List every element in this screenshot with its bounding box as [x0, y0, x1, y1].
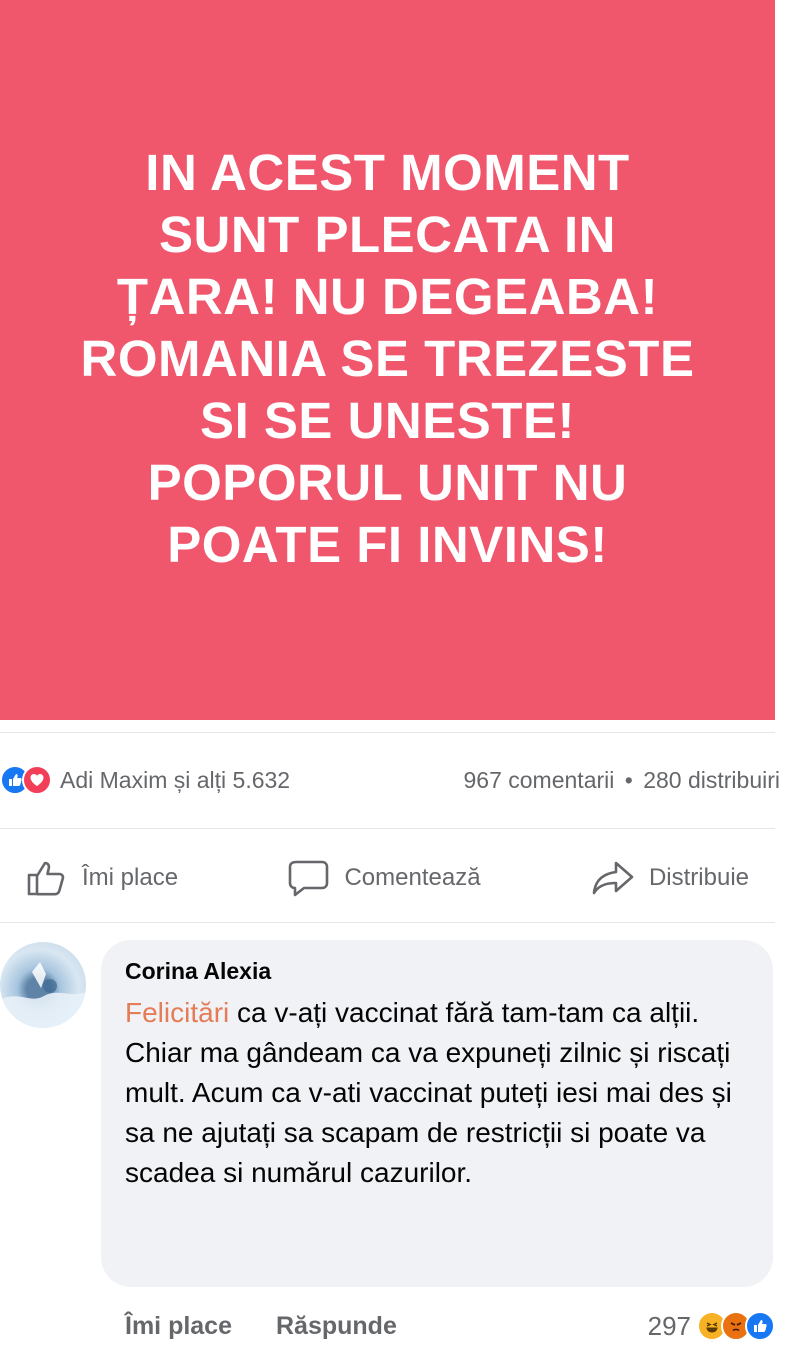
comment-actions: Îmi place Răspunde 297 — [125, 1306, 775, 1346]
avatar[interactable] — [0, 942, 86, 1028]
comment-bubble: Corina Alexia Felicitări ca v-ați vaccin… — [101, 940, 773, 1287]
comment-like-button[interactable]: Îmi place — [125, 1312, 232, 1341]
separator-dot: • — [624, 766, 633, 793]
post-image[interactable]: IN ACEST MOMENT SUNT PLECATA IN ȚARA! NU… — [0, 0, 775, 720]
divider — [0, 732, 775, 733]
divider — [0, 828, 775, 829]
comment-reply-button[interactable]: Răspunde — [276, 1312, 397, 1341]
speech-bubble-icon — [288, 858, 330, 898]
comment-reaction-count[interactable]: 297 — [648, 1311, 691, 1342]
share-button-label: Distribuie — [648, 864, 749, 891]
share-arrow-icon — [591, 859, 635, 897]
share-button[interactable]: Distribuie — [591, 859, 749, 897]
like-button[interactable]: Îmi place — [26, 859, 178, 897]
highlighted-word-link[interactable]: Felicitări — [125, 997, 229, 1028]
post-actions-bar: Îmi place Comentează Distribuie — [0, 852, 775, 904]
like-icon[interactable] — [745, 1311, 775, 1341]
comments-count[interactable]: 967 comentarii — [464, 767, 615, 793]
divider — [0, 922, 775, 923]
like-button-label: Îmi place — [82, 864, 179, 891]
reactions-bar: Adi Maxim și alți 5.632 967 comentarii •… — [0, 762, 780, 798]
comment-text: Felicitări ca v-ați vaccinat fără tam-ta… — [125, 993, 749, 1193]
shares-count[interactable]: 280 distribuiri — [643, 767, 780, 793]
reactions-summary[interactable]: Adi Maxim și alți 5.632 — [60, 767, 290, 794]
comments-shares-summary[interactable]: 967 comentarii • 280 distribuiri — [464, 767, 781, 794]
love-icon[interactable] — [22, 765, 52, 795]
post-image-text: IN ACEST MOMENT SUNT PLECATA IN ȚARA! NU… — [80, 144, 695, 573]
comment-button[interactable]: Comentează — [288, 858, 481, 898]
comment-author[interactable]: Corina Alexia — [125, 958, 749, 985]
thumbs-up-icon — [26, 859, 68, 897]
comment-button-label: Comentează — [344, 864, 481, 891]
